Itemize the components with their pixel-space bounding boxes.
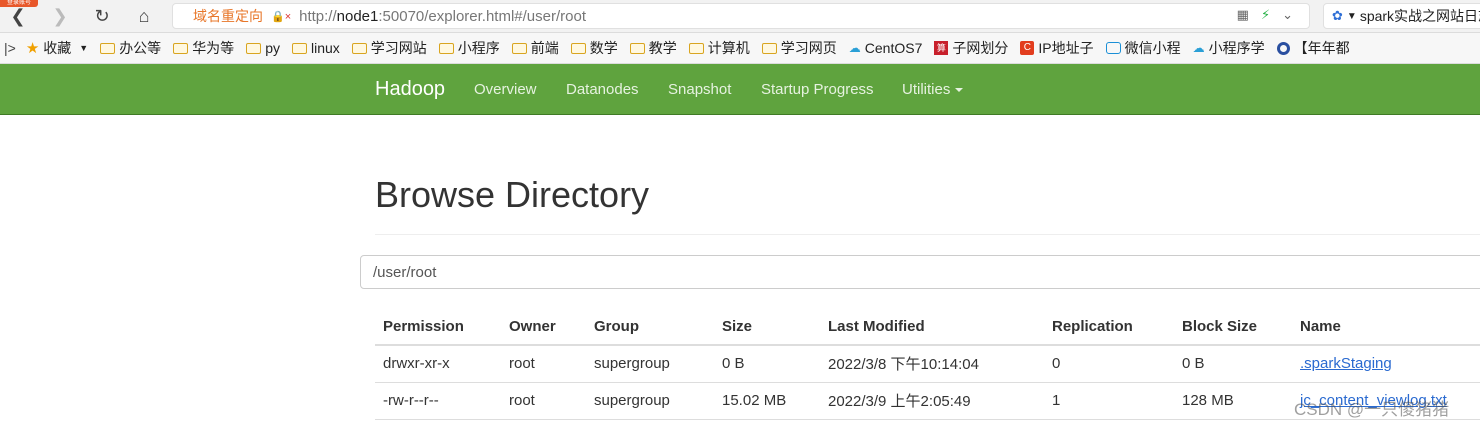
cell-last-modified: 2022/3/9 上午2:05:49 [820,382,1044,420]
bookmark-item[interactable]: ★ 收藏 ▼ [26,38,88,58]
table-header-row: Permission Owner Group Size Last Modifie… [375,308,1480,346]
bookmark-item[interactable]: 计算机 [688,38,750,58]
folder-icon [761,42,777,54]
bookmark-item[interactable]: 学习网页 [761,38,837,58]
home-icon[interactable]: ⌂ [132,5,156,27]
folder-icon [246,42,262,54]
column-header[interactable]: Block Size [1174,308,1292,346]
brand-logo[interactable]: Hadoop [375,78,445,101]
bookmark-item[interactable]: 学习网站 [351,38,427,58]
search-text: spark实战之网站日志 [1359,8,1480,24]
cell-replication: 1 [1044,382,1174,420]
nav-snapshot[interactable]: Snapshot [668,81,731,98]
browser-toolbar: 登录账号 ❮ ❯ ↻ ⌂ 域名重定向 🔒× http://node1:50070… [0,0,1480,33]
qr-code-icon[interactable]: ▦ [1237,7,1249,23]
bookmark-item[interactable]: 华为等 [173,38,234,58]
cell-block-size: 0 B [1174,345,1292,383]
folder-icon [511,42,527,54]
table-row: drwxr-xr-x root supergroup 0 B 2022/3/8 … [375,345,1480,383]
circle-icon [1276,41,1290,55]
tv-icon [1105,42,1121,54]
redirect-label: 域名重定向 [193,8,263,24]
directory-path-input[interactable] [360,255,1480,289]
folder-icon [100,42,116,54]
nav-datanodes[interactable]: Datanodes [566,81,639,98]
cell-last-modified: 2022/3/8 下午10:14:04 [820,345,1044,383]
bookmark-item[interactable]: 【年年都 [1276,38,1350,58]
cell-size: 0 B [714,345,820,383]
column-header[interactable]: Last Modified [820,308,1044,346]
cell-permission: drwxr-xr-x [375,345,501,383]
bookmark-item[interactable]: linux [291,40,340,56]
column-header[interactable]: Size [714,308,820,346]
folder-icon [629,42,645,54]
search-box[interactable]: ✿ ▼ spark实战之网站日志 [1323,3,1480,29]
bookmark-item[interactable]: 数学 [570,38,618,58]
folder-icon [438,42,454,54]
cell-group: supergroup [586,345,714,383]
forward-icon[interactable]: ❯ [48,5,72,27]
bookmark-item[interactable]: C IP地址子 [1020,38,1094,58]
cell-owner: root [501,382,586,420]
hadoop-navbar: Hadoop Overview Datanodes Snapshot Start… [0,64,1480,115]
bookmark-item[interactable]: 办公等 [100,38,161,58]
back-icon[interactable]: ❮ [6,5,30,27]
orange-c-icon: C [1020,41,1035,55]
nav-startup-progress[interactable]: Startup Progress [761,81,874,98]
url-host: node1 [336,7,379,25]
page-title: Browse Directory [375,174,650,215]
bookmark-item[interactable]: py [246,40,280,56]
file-link[interactable]: .sparkStaging [1300,355,1392,372]
nav-utilities[interactable]: Utilities [902,81,964,98]
bookmark-item[interactable]: 小程序 [438,38,500,58]
column-header[interactable]: Replication [1044,308,1174,346]
csdn-watermark: CSDN @一只傻猪猪 [1294,400,1450,419]
column-header[interactable]: Owner [501,308,586,346]
sidebar-toggle-icon[interactable]: |> [4,40,16,56]
dropdown-arrow-icon[interactable]: ▼ [1347,11,1357,22]
reload-icon[interactable]: ↻ [90,5,114,27]
folder-icon [173,42,189,54]
bookmark-item[interactable]: 算子网划分 [934,38,1008,58]
bookmark-item[interactable]: ☁ CentOS7 [849,40,923,56]
cloud-icon: ☁ [848,41,861,55]
divider [375,234,1480,235]
folder-icon [570,42,586,54]
bookmark-item[interactable]: 微信小程 [1105,38,1181,58]
bookmark-item[interactable]: 前端 [511,38,559,58]
cell-group: supergroup [586,382,714,420]
folder-icon [351,42,367,54]
nav-overview[interactable]: Overview [474,81,537,98]
cloud-icon: ☁ [1192,41,1205,55]
lightning-icon[interactable]: ⚡ [1261,7,1270,23]
cell-block-size: 128 MB [1174,382,1292,420]
folder-icon [291,42,307,54]
red-square-icon: 算 [934,41,949,55]
bookmark-item[interactable]: ☁ 小程序学 [1193,38,1265,58]
baidu-paw-icon: ✿ [1332,8,1343,23]
column-header[interactable]: Group [586,308,714,346]
insecure-lock-icon[interactable]: 🔒× [271,10,291,23]
bookmarks-bar: |> ★ 收藏 ▼ 办公等 华为等 py linux 学习网站 小程序 前端 数学 … [0,33,1480,64]
folder-icon [688,42,704,54]
column-header[interactable]: Permission [375,308,501,346]
url-prefix: http:// [299,7,337,25]
cell-size: 15.02 MB [714,382,820,420]
cell-owner: root [501,345,586,383]
url-path: :50070/explorer.html#/user/root [378,7,586,25]
chevron-down-icon[interactable]: ⌄ [1282,7,1293,23]
cell-permission: -rw-r--r-- [375,382,501,420]
cell-name: .sparkStaging [1292,345,1480,383]
caret-down-icon [955,88,964,93]
address-bar[interactable]: 域名重定向 🔒× http://node1:50070/explorer.htm… [172,3,1310,29]
star-icon: ★ [25,40,40,57]
column-header[interactable]: Name [1292,308,1480,346]
cell-replication: 0 [1044,345,1174,383]
bookmark-item[interactable]: 教学 [629,38,677,58]
